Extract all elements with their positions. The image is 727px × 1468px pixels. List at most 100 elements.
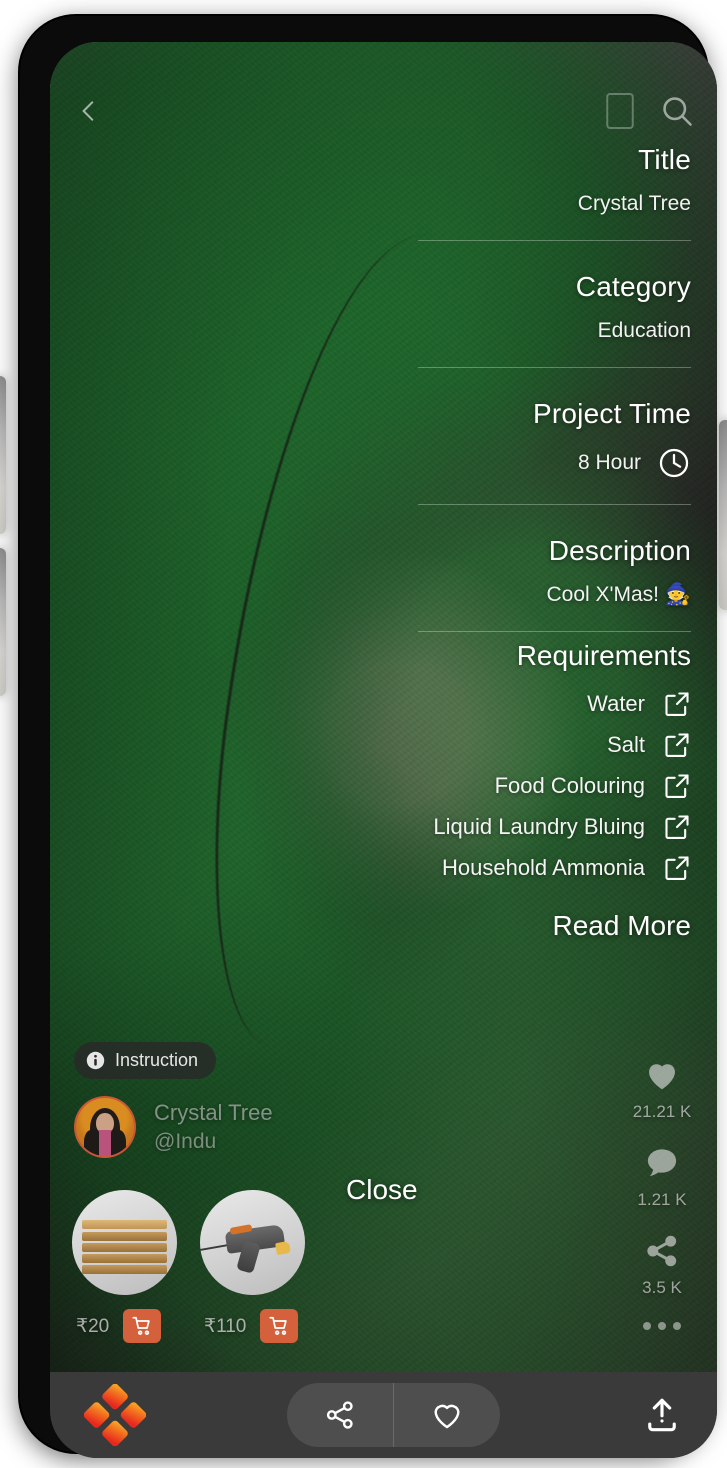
author-meta: Crystal Tree @Indu (154, 1100, 273, 1154)
product-strip: ₹20 ₹110 (72, 1190, 310, 1343)
avatar-jacket-left (84, 1130, 99, 1156)
requirements-title: Requirements (516, 640, 691, 671)
requirement-row-household-ammonia[interactable]: Household Ammonia (50, 854, 691, 882)
external-link-icon[interactable] (663, 772, 691, 800)
glue-gun-thumbnail[interactable] (200, 1190, 305, 1295)
add-to-cart-button[interactable] (123, 1309, 162, 1343)
heart-filled-icon[interactable] (643, 1056, 681, 1094)
field-gap (50, 368, 717, 398)
cardboard-layer (82, 1243, 167, 1252)
product-price: ₹20 (76, 1315, 110, 1337)
product-item[interactable]: ₹110 (200, 1190, 310, 1343)
share-action[interactable]: 3.5 K (642, 1232, 682, 1298)
search-icon[interactable] (659, 93, 695, 129)
comment-icon[interactable] (643, 1144, 681, 1182)
requirement-row-liquid-laundry-bluing[interactable]: Liquid Laundry Bluing (50, 813, 691, 841)
field-title: Title Crystal Tree (50, 144, 717, 241)
avatar[interactable] (74, 1096, 136, 1158)
ellipsis-dot (673, 1322, 681, 1330)
field-value: Cool X'Mas! 🧙 (546, 583, 691, 606)
product-item[interactable]: ₹20 (72, 1190, 182, 1343)
field-description: Description Cool X'Mas! 🧙 (50, 535, 717, 632)
top-bar (50, 82, 717, 140)
cardboard-layer (82, 1254, 167, 1263)
close-button[interactable]: Close (346, 1174, 418, 1206)
neighbor-card-right (719, 420, 727, 610)
product-buy-row: ₹20 (72, 1309, 182, 1343)
like-count: 21.21 K (632, 1102, 692, 1121)
field-label: Title (638, 144, 691, 175)
chevron-left-icon[interactable] (76, 98, 102, 124)
requirement-label: Salt (607, 732, 645, 757)
read-more-button[interactable]: Read More (50, 910, 717, 942)
field-value-row: Cool X'Mas! 🧙 (50, 583, 691, 607)
cart-icon (131, 1315, 153, 1337)
requirement-row-water[interactable]: Water (50, 690, 691, 718)
cardboard-layer (82, 1265, 167, 1274)
field-project-time: Project Time 8 Hour (50, 398, 717, 505)
more-action[interactable] (643, 1320, 681, 1330)
requirement-label: Food Colouring (494, 773, 645, 798)
field-label: Description (548, 535, 691, 566)
field-value: 8 Hour (577, 451, 641, 474)
field-value: Crystal Tree (577, 192, 691, 215)
external-link-icon[interactable] (663, 690, 691, 718)
field-value-row: Education (50, 319, 691, 343)
phone-frame: Title Crystal Tree Category Education Pr… (20, 16, 717, 1458)
instruction-pill[interactable]: Instruction (74, 1042, 217, 1079)
external-link-icon[interactable] (663, 813, 691, 841)
share-like-pill (287, 1383, 500, 1447)
field-divider (418, 631, 691, 632)
author-project-title: Crystal Tree (154, 1100, 273, 1125)
action-rail: 21.21 K 1.21 K 3.5 K (629, 1056, 695, 1352)
ellipsis-icon[interactable] (643, 1322, 681, 1330)
share-icon[interactable] (643, 1232, 681, 1270)
like-button[interactable] (394, 1383, 500, 1447)
product-buy-row: ₹110 (200, 1309, 310, 1343)
share-icon (323, 1398, 357, 1432)
add-to-cart-button[interactable] (260, 1309, 299, 1343)
glue-gun-tip (275, 1240, 291, 1256)
cardboard-layer (82, 1220, 167, 1229)
author-handle[interactable]: @Indu (154, 1130, 273, 1154)
bottom-bar (50, 1372, 717, 1458)
ellipsis-dot (643, 1322, 651, 1330)
author-row[interactable]: Crystal Tree @Indu (74, 1096, 273, 1158)
requirement-label: Water (587, 691, 645, 716)
field-category: Category Education (50, 271, 717, 368)
external-link-icon[interactable] (663, 854, 691, 882)
info-icon (86, 1051, 105, 1070)
instruction-label: Instruction (115, 1050, 199, 1070)
requirement-row-salt[interactable]: Salt (50, 731, 691, 759)
cardboard-layer (82, 1232, 167, 1241)
field-value-row: 8 Hour (50, 446, 691, 480)
detail-fields: Title Crystal Tree Category Education Pr… (50, 144, 717, 942)
app-logo-diamond[interactable] (83, 1383, 147, 1447)
clock-icon (657, 446, 691, 480)
cardboard-sheets-thumbnail[interactable] (72, 1190, 177, 1295)
comment-action[interactable]: 1.21 K (637, 1144, 687, 1210)
field-label: Category (575, 271, 691, 302)
neighbor-card-left-top (0, 376, 6, 534)
neighbor-card-left-bottom (0, 548, 6, 696)
field-label: Project Time (533, 398, 691, 429)
ellipsis-dot (658, 1322, 666, 1330)
phone-screen: Title Crystal Tree Category Education Pr… (50, 42, 717, 1458)
field-gap (50, 241, 717, 271)
requirement-row-food-colouring[interactable]: Food Colouring (50, 772, 691, 800)
like-action[interactable]: 21.21 K (632, 1056, 692, 1122)
screenshot-root: Title Crystal Tree Category Education Pr… (0, 0, 727, 1468)
field-gap (50, 505, 717, 535)
avatar-jacket-right (111, 1130, 126, 1156)
upload-icon[interactable] (641, 1394, 683, 1436)
book-icon[interactable] (603, 91, 637, 131)
cart-icon (268, 1315, 290, 1337)
product-price: ₹110 (204, 1315, 247, 1337)
heart-outline-icon (430, 1398, 464, 1432)
external-link-icon[interactable] (663, 731, 691, 759)
share-button[interactable] (287, 1383, 393, 1447)
field-value: Education (597, 319, 691, 342)
requirement-label: Household Ammonia (441, 855, 645, 880)
requirement-label: Liquid Laundry Bluing (433, 814, 645, 839)
comment-count: 1.21 K (637, 1190, 687, 1209)
